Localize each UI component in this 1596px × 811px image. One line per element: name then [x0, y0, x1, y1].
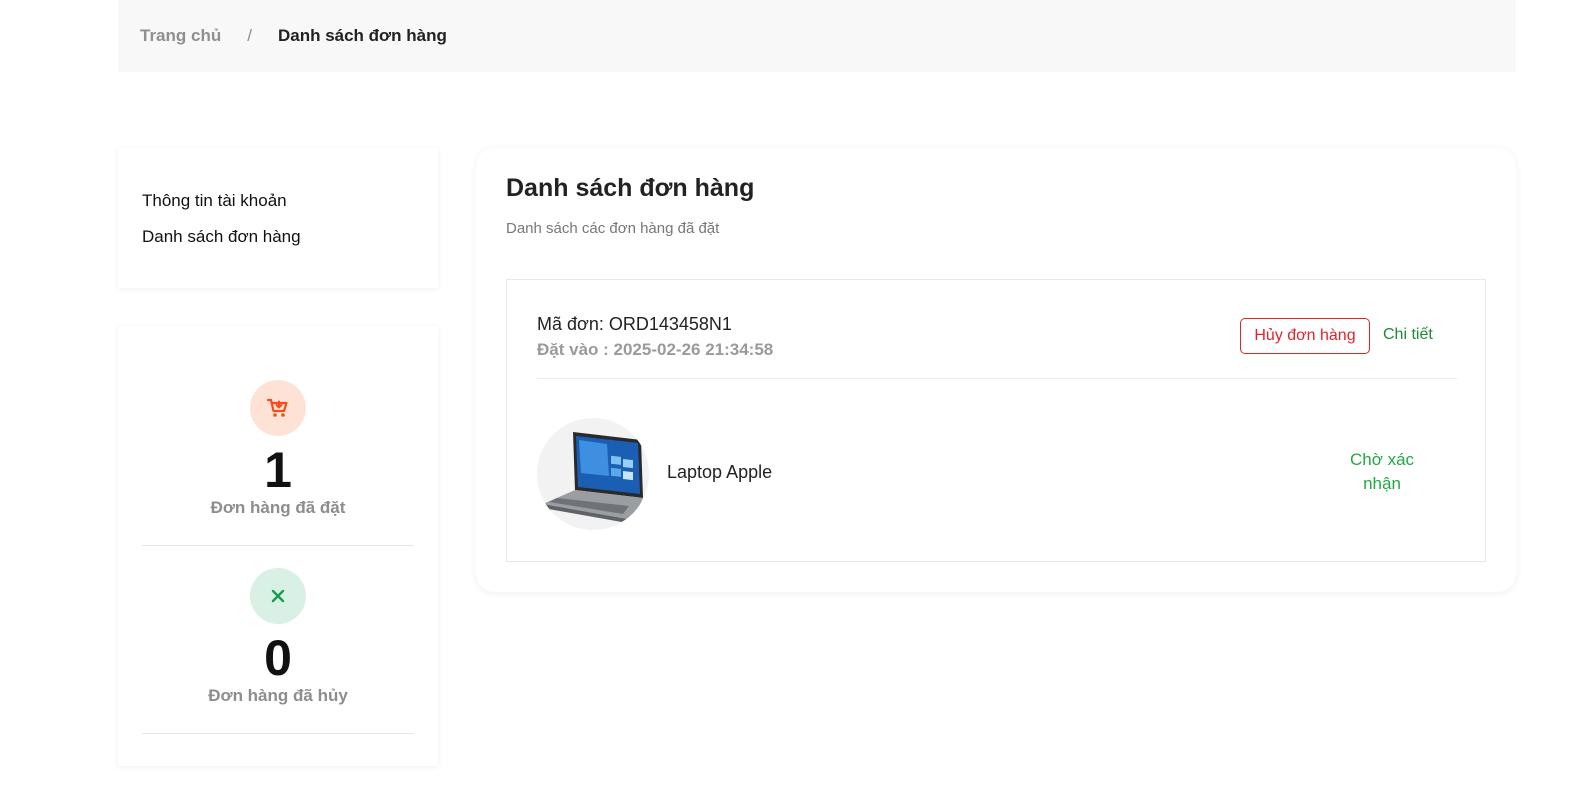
page-title: Danh sách đơn hàng	[506, 174, 755, 202]
stat-orders-placed: 1 Đơn hàng đã đặt	[142, 380, 414, 546]
breadcrumb-current: Danh sách đơn hàng	[277, 26, 447, 45]
cancel-order-button[interactable]: Hủy đơn hàng	[1240, 318, 1370, 354]
breadcrumb: Trang chủ / Danh sách đơn hàng	[118, 0, 1516, 72]
stat-orders-cancelled-value: 0	[264, 630, 292, 686]
stat-orders-cancelled-label: Đơn hàng đã hủy	[208, 686, 348, 705]
laptop-image	[537, 418, 649, 530]
order-card: Mã đơn: ORD143458N1 Đặt vào : 2025-02-26…	[506, 279, 1486, 562]
side-menu-item-order-list[interactable]: Danh sách đơn hàng	[142, 226, 438, 262]
stat-orders-cancelled: 0 Đơn hàng đã hủy	[142, 568, 414, 734]
cart-icon	[250, 380, 306, 436]
stat-orders-placed-label: Đơn hàng đã đặt	[210, 498, 346, 517]
breadcrumb-separator: /	[247, 26, 252, 45]
close-icon	[250, 568, 306, 624]
breadcrumb-home-link[interactable]: Trang chủ	[140, 26, 221, 46]
page-subtitle: Danh sách các đơn hàng đã đặt	[506, 220, 720, 237]
stat-orders-placed-value: 1	[264, 442, 292, 498]
side-menu-item-account-info[interactable]: Thông tin tài khoản	[142, 190, 438, 226]
order-stats-panel: 1 Đơn hàng đã đặt 0 Đơn hàng đã hủy	[118, 326, 438, 766]
order-list-card: Danh sách đơn hàng Danh sách các đơn hàn…	[476, 148, 1516, 592]
order-status-badge: Chờ xác nhận	[1349, 450, 1415, 493]
order-code: Mã đơn: ORD143458N1	[537, 314, 732, 334]
order-date: Đặt vào : 2025-02-26 21:34:58	[537, 340, 774, 359]
account-side-menu: Thông tin tài khoản Danh sách đơn hàng	[118, 148, 438, 288]
order-detail-link[interactable]: Chi tiết	[1383, 326, 1433, 344]
product-name: Laptop Apple	[667, 462, 773, 482]
order-divider	[537, 378, 1457, 379]
